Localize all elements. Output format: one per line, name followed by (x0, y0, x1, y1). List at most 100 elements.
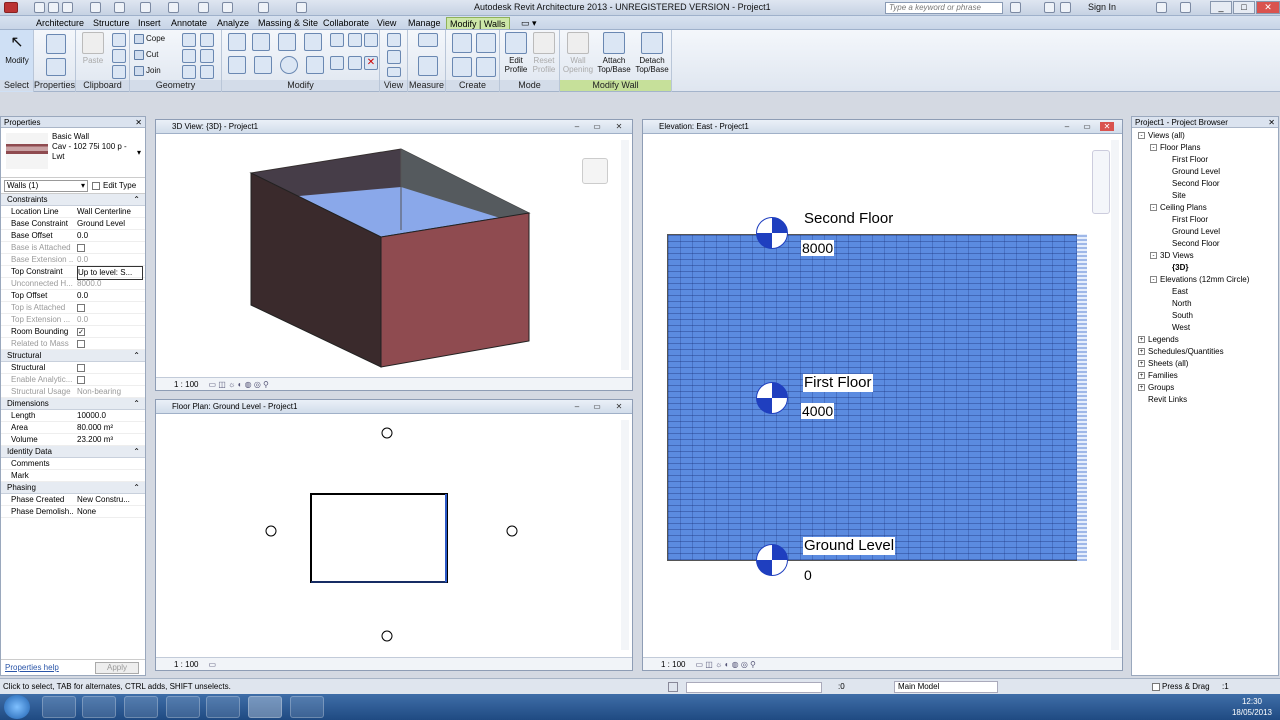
properties-help-link[interactable]: Properties help (5, 663, 59, 672)
wall-elevation[interactable] (667, 234, 1087, 561)
tree-toggle-icon[interactable]: - (1138, 132, 1145, 140)
property-row[interactable]: Room Bounding ✓ (1, 326, 145, 338)
wall-opening-button[interactable]: Wall Opening (562, 32, 594, 74)
level-value-ground-level[interactable]: 0 (803, 567, 813, 583)
rotate-icon[interactable] (280, 56, 298, 74)
tab-manage[interactable]: Manage (405, 17, 444, 29)
edit-type-button[interactable]: Edit Type (92, 180, 144, 192)
selection-filter-count[interactable]: :1 (1222, 679, 1229, 695)
property-row[interactable]: Base Offset 0.0 (1, 230, 145, 242)
close-icon[interactable]: ✕ (1268, 117, 1275, 128)
3d-view-icon[interactable] (222, 2, 233, 13)
taskbar-powerpoint[interactable] (206, 696, 240, 718)
property-row[interactable]: Length 10000.0 (1, 410, 145, 422)
property-value[interactable]: None (77, 506, 143, 518)
worksets-icon[interactable] (668, 682, 678, 692)
property-value[interactable]: Non-bearing (77, 386, 143, 398)
binoculars-icon[interactable] (1010, 2, 1021, 13)
tab-collaborate[interactable]: Collaborate (320, 17, 372, 29)
section-structural[interactable]: Structural ⌃ (1, 350, 145, 362)
property-row[interactable]: Phase Demolish... None (1, 506, 145, 518)
paste-button[interactable]: Paste (80, 32, 106, 65)
property-row[interactable]: Related to Mass (1, 338, 145, 350)
tree-toggle-icon[interactable]: + (1138, 384, 1145, 392)
open-icon[interactable] (34, 2, 45, 13)
browser-item[interactable]: Ground Level (1162, 167, 1220, 177)
split-icon[interactable] (200, 65, 214, 79)
redo-icon[interactable] (114, 2, 125, 13)
create-similar-icon[interactable] (476, 57, 496, 77)
tree-toggle-icon[interactable] (1162, 324, 1169, 331)
restore-icon[interactable]: ▭ (592, 402, 602, 411)
move-icon[interactable] (228, 56, 246, 74)
collapse-icon[interactable]: ⌃ (133, 350, 140, 362)
tree-toggle-icon[interactable]: - (1150, 144, 1157, 152)
property-value[interactable]: Wall Centerline (77, 206, 143, 218)
close-button[interactable]: ✕ (1256, 1, 1280, 14)
view-controls-icon[interactable]: ▭ ◫ ☼ ◐ ◍ ◎ ⚲ (695, 660, 755, 669)
wall-joins-icon[interactable] (182, 49, 196, 63)
type-properties-icon[interactable] (46, 58, 66, 76)
browser-item[interactable]: Second Floor (1162, 179, 1220, 189)
copy-element-icon[interactable] (254, 56, 272, 74)
elevation-window[interactable]: Elevation: East - Project1 – ▭ ✕ Second … (642, 119, 1123, 671)
property-value[interactable]: 0.0 (77, 230, 143, 242)
browser-item[interactable]: - Floor Plans (1150, 143, 1200, 153)
browser-item[interactable]: West (1162, 323, 1190, 333)
property-value[interactable]: 23.200 m³ (77, 434, 143, 446)
level-name-second-floor[interactable]: Second Floor (803, 210, 895, 228)
tree-toggle-icon[interactable] (1138, 396, 1145, 403)
scale-icon[interactable] (348, 56, 362, 70)
collapse-icon[interactable]: ⌃ (133, 446, 140, 458)
navigation-bar[interactable] (1092, 150, 1110, 214)
property-value[interactable] (77, 242, 143, 254)
property-value[interactable] (77, 302, 143, 314)
text-icon[interactable] (198, 2, 209, 13)
detach-top-base-button[interactable]: Detach Top/Base (634, 32, 670, 74)
view-3d-window[interactable]: 3D View: {3D} - Project1 – ▭ ✕ 1 : 100 ▭ … (155, 119, 633, 391)
panel-label-modify-wall[interactable]: Modify Wall (560, 80, 671, 91)
switch-windows-icon[interactable] (296, 2, 307, 13)
tree-toggle-icon[interactable]: - (1150, 276, 1157, 284)
join-button[interactable]: Join (134, 64, 161, 77)
property-row[interactable]: Enable Analytic... (1, 374, 145, 386)
property-row[interactable]: Top Offset 0.0 (1, 290, 145, 302)
panel-label-clipboard[interactable]: Clipboard (76, 80, 129, 91)
mirror-draw-icon[interactable] (304, 33, 322, 51)
tree-toggle-icon[interactable] (1162, 180, 1169, 187)
browser-item[interactable]: + Legends (1138, 335, 1179, 345)
browser-item[interactable]: - Ceiling Plans (1150, 203, 1207, 213)
design-option-dropdown[interactable]: Main Model (894, 681, 998, 693)
view-controls-icon[interactable]: ▭ (208, 660, 216, 669)
browser-item[interactable]: + Groups (1138, 383, 1174, 393)
demolish-icon[interactable] (200, 49, 214, 63)
property-row[interactable]: Base Constraint Ground Level (1, 218, 145, 230)
tree-toggle-icon[interactable]: - (1150, 252, 1157, 260)
view-dropdown-icon[interactable] (387, 67, 401, 77)
tab-insert[interactable]: Insert (135, 17, 164, 29)
hide-icon[interactable] (387, 33, 401, 47)
browser-item[interactable]: North (1162, 299, 1192, 309)
create-assembly-icon[interactable] (452, 33, 472, 53)
sync-icon[interactable] (62, 2, 73, 13)
tree-toggle-icon[interactable] (1162, 288, 1169, 295)
ribbon-toggle-icon[interactable]: ▭ ▾ (518, 17, 540, 29)
property-value[interactable]: New Constru... (77, 494, 143, 506)
override-icon[interactable] (387, 50, 401, 64)
measure-distance-icon[interactable] (418, 33, 438, 47)
panel-label-properties[interactable]: Properties (34, 80, 75, 91)
press-drag-toggle[interactable]: Press & Drag (1152, 679, 1210, 695)
floor-plan-window[interactable]: Floor Plan: Ground Level - Project1 – ▭ … (155, 399, 633, 671)
property-row[interactable]: Phase Created New Constru... (1, 494, 145, 506)
sign-in-link[interactable]: Sign In (1088, 2, 1116, 12)
tree-toggle-icon[interactable]: + (1138, 372, 1145, 380)
viewcube-icon[interactable] (582, 158, 608, 184)
print-icon[interactable] (140, 2, 151, 13)
exchange-icon[interactable] (1156, 2, 1167, 13)
panel-label-create[interactable]: Create (446, 80, 499, 91)
taskbar-app[interactable] (166, 696, 200, 718)
create-group-icon[interactable] (452, 57, 472, 77)
panel-label-mode[interactable]: Mode (500, 80, 559, 91)
edit-profile-button[interactable]: Edit Profile (503, 32, 529, 74)
cut-icon[interactable] (112, 33, 126, 47)
